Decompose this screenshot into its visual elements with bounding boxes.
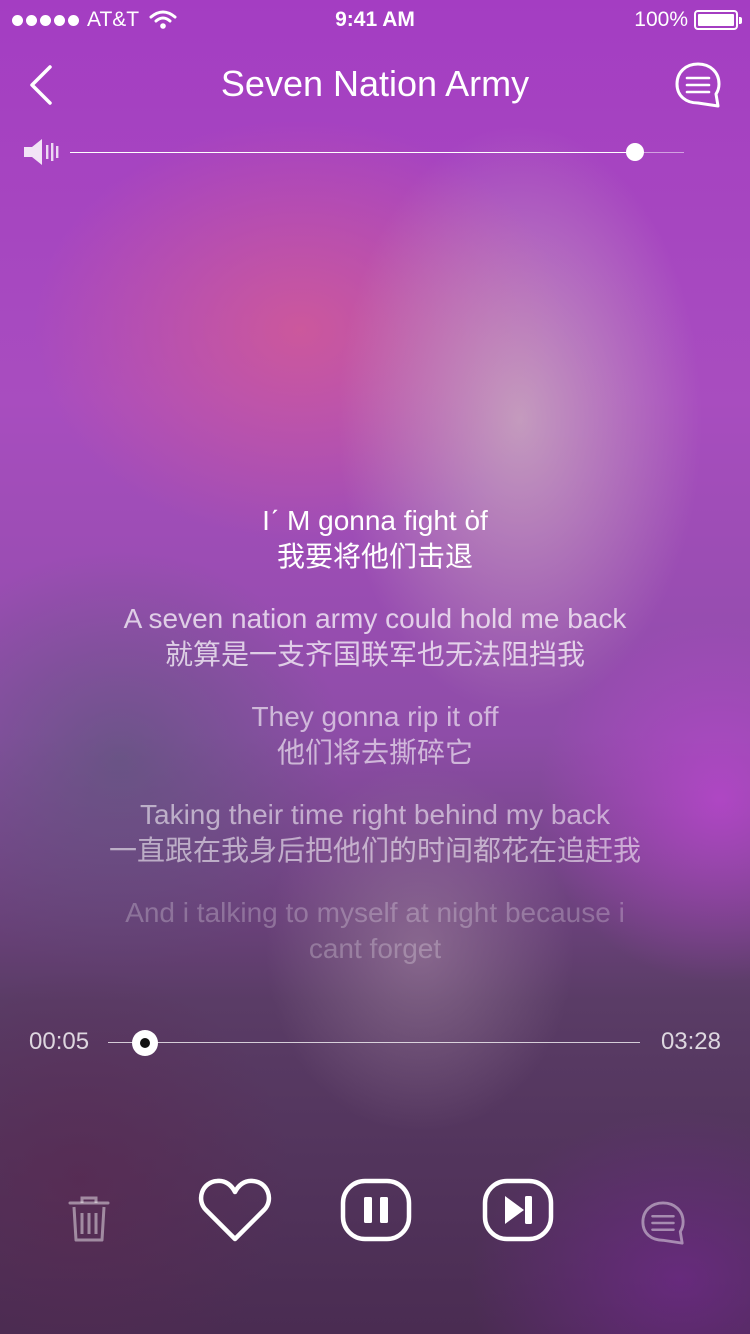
player-controls — [0, 1170, 750, 1260]
comment-button[interactable] — [640, 1200, 686, 1246]
lyric-translation: 就算是一支齐国联军也无法阻挡我 — [164, 638, 585, 671]
status-bar: AT&T 9:41 AM 100% — [0, 0, 750, 40]
pause-button[interactable] — [340, 1178, 412, 1242]
volume-track[interactable] — [70, 152, 684, 153]
trash-icon — [68, 1196, 110, 1242]
volume-knob[interactable] — [625, 143, 644, 161]
lyric-line: Taking their time right behind my back 一直… — [0, 797, 750, 869]
lyric-translation: 我要将他们击退 — [276, 540, 473, 573]
chat-bubble-list-icon — [641, 1201, 685, 1245]
volume-slider[interactable] — [20, 136, 700, 168]
lyric-line: They gonna rip it off 他们将去撕碎它 — [0, 699, 750, 771]
chat-bubble-list-icon[interactable] — [674, 61, 722, 109]
status-right: 100% — [634, 8, 742, 32]
playback-progress[interactable]: 00:05 03:28 — [0, 1022, 750, 1062]
next-track-icon — [482, 1178, 554, 1242]
total-time: 03:28 — [660, 1028, 721, 1055]
lyric-original: A seven nation army could hold me back — [123, 603, 627, 634]
lyric-line: A seven nation army could hold me back 就算… — [0, 601, 750, 673]
lyric-translation: 一直跟在我身后把他们的时间都花在追赶我 — [108, 834, 641, 867]
battery-percentage: 100% — [634, 8, 688, 31]
lyric-original: And i talking to myself at night because… — [125, 897, 625, 964]
song-title: Seven Nation Army — [220, 63, 530, 104]
progress-track[interactable] — [108, 1042, 640, 1043]
like-button[interactable] — [198, 1176, 272, 1244]
lyric-original: Iˊ M gonna fight ȯf — [262, 505, 488, 536]
delete-button[interactable] — [66, 1194, 112, 1244]
progress-knob[interactable] — [132, 1030, 159, 1056]
lyric-original: Taking their time right behind my back — [140, 799, 610, 830]
lyric-line: And i talking to myself at night because… — [0, 895, 750, 967]
pause-icon — [340, 1178, 412, 1242]
current-time: 00:05 — [29, 1028, 90, 1055]
navigation-bar: Seven Nation Army — [0, 55, 750, 115]
lyric-translation: 他们将去撕碎它 — [276, 736, 473, 769]
volume-fill — [70, 152, 635, 153]
next-track-button[interactable] — [482, 1178, 554, 1242]
lyrics-panel: Iˊ M gonna fight ȯf 我要将他们击退 A seven nation… — [0, 503, 750, 993]
lyric-line-active: Iˊ M gonna fight ȯf 我要将他们击退 — [0, 503, 750, 575]
speaker-icon — [24, 139, 59, 165]
heart-icon — [198, 1178, 272, 1242]
battery-icon — [694, 10, 742, 30]
lyric-original: They gonna rip it off — [251, 701, 499, 732]
